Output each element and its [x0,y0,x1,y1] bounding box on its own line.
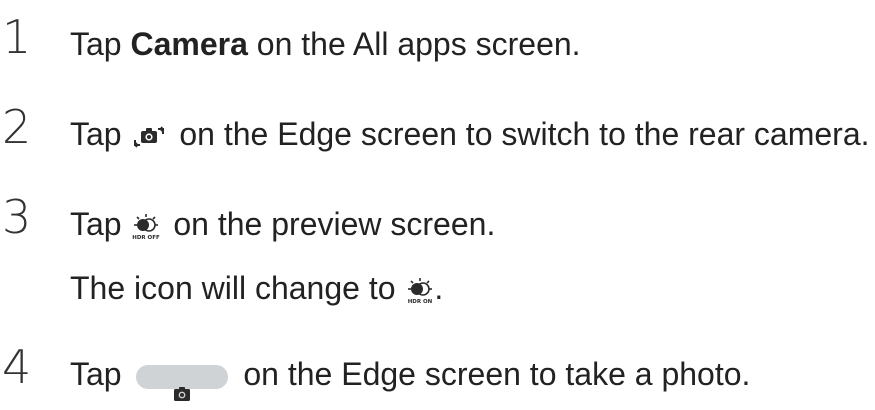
step-text: Tap Camera on the All apps screen. [70,24,581,64]
step-text: Tap on the Edge screen to switch to the … [70,114,870,154]
step-number: 1 [2,10,32,64]
step-text: Tap HDR OFF on the preview screen. [70,204,495,244]
step-text-pre: Tap [70,26,131,62]
step-number: 4 [2,340,32,394]
step-text-pre: Tap [70,356,131,392]
step-text-pre: Tap [70,206,131,242]
camera-icon [174,370,191,410]
step-text-post: on the All apps screen. [247,26,581,62]
step-text-post: on the Edge screen to take a photo. [234,356,751,392]
hdr-on-label: HDR ON [408,299,433,305]
step-note: The icon will change to HDR ON . [70,268,443,308]
step-text-post: on the preview screen. [164,206,496,242]
shutter-button-icon [136,364,229,401]
hdr-off-label: HDR OFF [133,235,161,241]
step-text-post: on the Edge screen to switch to the rear… [170,116,870,152]
step-note-post: . [434,270,444,306]
step-text-pre: Tap [70,116,131,152]
camera-app-label: Camera [130,26,248,62]
step-note-pre: The icon will change to [70,270,405,306]
step-number: 2 [2,100,32,154]
hdr-on-icon: HDR ON [406,277,434,305]
step-text: Tap on the Edge screen to take a photo. [70,354,751,401]
step-number: 3 [2,190,32,244]
hdr-off-icon: HDR OFF [132,213,160,241]
switch-camera-icon [134,125,165,148]
